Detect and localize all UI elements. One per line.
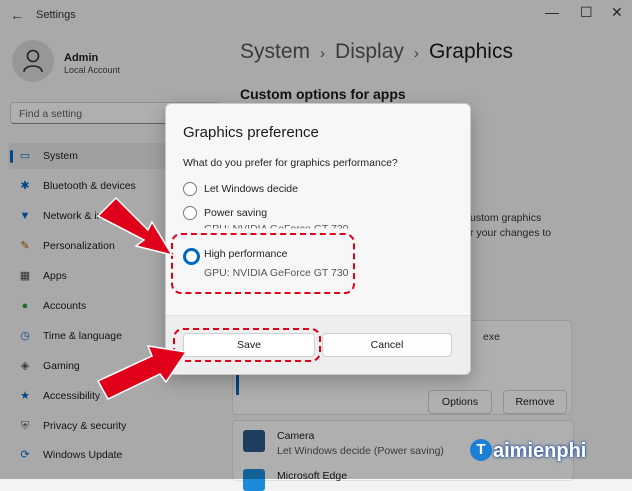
arrow-icon [96,196,174,257]
watermark-logo: T [470,439,492,461]
annotation-arrows [96,196,188,400]
watermark-text: aimienphi [493,440,587,462]
arrow-icon [96,345,188,400]
